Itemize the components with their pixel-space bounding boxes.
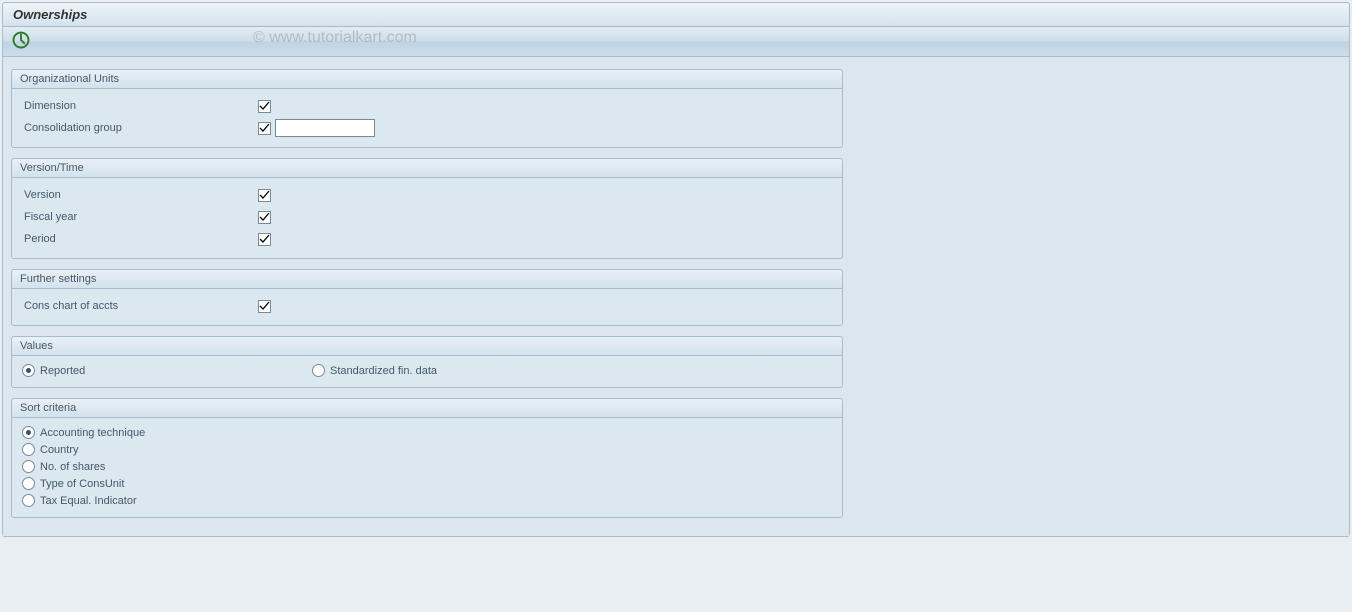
row-period: Period — [22, 228, 832, 250]
row-dimension: Dimension — [22, 95, 832, 117]
radio-row-type-of-consunit: Type of ConsUnit — [22, 475, 832, 492]
label-consolidation-group: Consolidation group — [22, 122, 258, 134]
label-type-of-consunit: Type of ConsUnit — [40, 478, 124, 490]
checkbox-fiscal-year[interactable] — [258, 211, 271, 224]
group-body-sort-criteria: Accounting technique Country No. of shar… — [12, 418, 842, 517]
checkbox-version[interactable] — [258, 189, 271, 202]
label-tax-equal-indicator: Tax Equal. Indicator — [40, 495, 137, 507]
label-standardized: Standardized fin. data — [330, 365, 437, 377]
title-bar: Ownerships — [3, 3, 1349, 27]
checkbox-dimension[interactable] — [258, 100, 271, 113]
input-consolidation-group[interactable] — [275, 119, 375, 137]
radio-tax-equal-indicator[interactable] — [22, 494, 35, 507]
radio-row-no-of-shares: No. of shares — [22, 458, 832, 475]
row-fiscal-year: Fiscal year — [22, 206, 832, 228]
row-version: Version — [22, 184, 832, 206]
label-fiscal-year: Fiscal year — [22, 211, 258, 223]
radio-row-accounting-technique: Accounting technique — [22, 424, 832, 441]
row-consolidation-group: Consolidation group — [22, 117, 832, 139]
group-body-values: Reported Standardized fin. data — [12, 356, 842, 387]
group-values: Values Reported Standardized fin. data — [11, 336, 843, 388]
radio-type-of-consunit[interactable] — [22, 477, 35, 490]
radio-accounting-technique[interactable] — [22, 426, 35, 439]
radio-row-country: Country — [22, 441, 832, 458]
checkbox-period[interactable] — [258, 233, 271, 246]
group-title-further-settings: Further settings — [12, 270, 842, 289]
group-version-time: Version/Time Version Fiscal year Period — [11, 158, 843, 259]
label-no-of-shares: No. of shares — [40, 461, 105, 473]
page-title: Ownerships — [13, 7, 87, 22]
group-body-org-units: Dimension Consolidation group — [12, 89, 842, 147]
label-version: Version — [22, 189, 258, 201]
execute-icon[interactable] — [11, 30, 31, 50]
group-organizational-units: Organizational Units Dimension Consolida… — [11, 69, 843, 148]
main-frame: Ownerships © www.tutorialkart.com Organi… — [2, 2, 1350, 537]
radio-reported[interactable] — [22, 364, 35, 377]
group-body-further-settings: Cons chart of accts — [12, 289, 842, 325]
group-title-sort-criteria: Sort criteria — [12, 399, 842, 418]
row-cons-chart: Cons chart of accts — [22, 295, 832, 317]
radio-standardized[interactable] — [312, 364, 325, 377]
group-title-values: Values — [12, 337, 842, 356]
group-body-version-time: Version Fiscal year Period — [12, 178, 842, 258]
watermark: © www.tutorialkart.com — [253, 29, 417, 47]
group-sort-criteria: Sort criteria Accounting technique Count… — [11, 398, 843, 518]
group-title-org-units: Organizational Units — [12, 70, 842, 89]
radio-row-reported: Reported — [22, 364, 312, 377]
checkbox-consolidation-group[interactable] — [258, 122, 271, 135]
radio-row-tax-equal-indicator: Tax Equal. Indicator — [22, 492, 832, 509]
checkbox-cons-chart[interactable] — [258, 300, 271, 313]
label-cons-chart: Cons chart of accts — [22, 300, 258, 312]
label-reported: Reported — [40, 365, 85, 377]
label-dimension: Dimension — [22, 100, 258, 112]
radio-row-standardized: Standardized fin. data — [312, 364, 437, 377]
group-title-version-time: Version/Time — [12, 159, 842, 178]
toolbar: © www.tutorialkart.com — [3, 27, 1349, 57]
label-accounting-technique: Accounting technique — [40, 427, 145, 439]
radio-country[interactable] — [22, 443, 35, 456]
radio-no-of-shares[interactable] — [22, 460, 35, 473]
group-further-settings: Further settings Cons chart of accts — [11, 269, 843, 326]
content-area: Organizational Units Dimension Consolida… — [3, 57, 1349, 536]
label-period: Period — [22, 233, 258, 245]
label-country: Country — [40, 444, 79, 456]
